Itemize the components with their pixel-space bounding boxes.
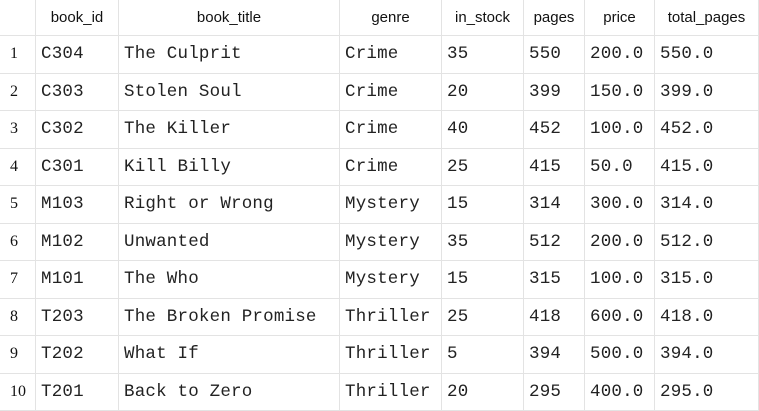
table-cell-genre[interactable]: Thriller: [340, 299, 442, 337]
table-cell-book-title[interactable]: The Who: [119, 261, 340, 299]
table-cell-pages[interactable]: 314: [524, 186, 585, 224]
table-cell-price[interactable]: 200.0: [585, 36, 655, 74]
table-cell-book-id[interactable]: C302: [36, 111, 119, 149]
table-cell-price[interactable]: 150.0: [585, 74, 655, 112]
table-cell-total-pages[interactable]: 394.0: [655, 336, 759, 374]
table-cell-book-title[interactable]: Kill Billy: [119, 149, 340, 187]
table-cell-total-pages[interactable]: 550.0: [655, 36, 759, 74]
column-header-book-title[interactable]: book_title: [119, 0, 340, 36]
table-cell-book-title[interactable]: The Culprit: [119, 36, 340, 74]
table-cell-book-title[interactable]: What If: [119, 336, 340, 374]
table-cell-book-id[interactable]: C301: [36, 149, 119, 187]
column-header-total-pages[interactable]: total_pages: [655, 0, 759, 36]
row-number[interactable]: 4: [0, 149, 36, 187]
table-cell-book-title[interactable]: Back to Zero: [119, 374, 340, 411]
table-cell-pages[interactable]: 394: [524, 336, 585, 374]
column-header-genre[interactable]: genre: [340, 0, 442, 36]
table-cell-total-pages[interactable]: 399.0: [655, 74, 759, 112]
table-cell-price[interactable]: 50.0: [585, 149, 655, 187]
table-cell-pages[interactable]: 512: [524, 224, 585, 262]
table-cell-pages[interactable]: 452: [524, 111, 585, 149]
table-cell-in-stock[interactable]: 15: [442, 261, 524, 299]
row-number[interactable]: 1: [0, 36, 36, 74]
column-header-price[interactable]: price: [585, 0, 655, 36]
row-number[interactable]: 9: [0, 336, 36, 374]
table-cell-genre[interactable]: Crime: [340, 36, 442, 74]
table-cell-book-title[interactable]: The Killer: [119, 111, 340, 149]
table-cell-in-stock[interactable]: 15: [442, 186, 524, 224]
table-cell-in-stock[interactable]: 25: [442, 149, 524, 187]
table-cell-price[interactable]: 100.0: [585, 111, 655, 149]
table-cell-total-pages[interactable]: 415.0: [655, 149, 759, 187]
table-cell-book-title[interactable]: Unwanted: [119, 224, 340, 262]
table-cell-genre[interactable]: Mystery: [340, 186, 442, 224]
table-cell-genre[interactable]: Mystery: [340, 224, 442, 262]
table-cell-in-stock[interactable]: 20: [442, 74, 524, 112]
table-cell-in-stock[interactable]: 5: [442, 336, 524, 374]
table-cell-genre[interactable]: Thriller: [340, 374, 442, 411]
table-cell-total-pages[interactable]: 452.0: [655, 111, 759, 149]
table-cell-total-pages[interactable]: 512.0: [655, 224, 759, 262]
table-cell-total-pages[interactable]: 418.0: [655, 299, 759, 337]
table-cell-book-id[interactable]: M102: [36, 224, 119, 262]
row-number[interactable]: 5: [0, 186, 36, 224]
table-cell-pages[interactable]: 315: [524, 261, 585, 299]
table-cell-book-id[interactable]: M101: [36, 261, 119, 299]
table-cell-book-id[interactable]: C303: [36, 74, 119, 112]
table-cell-pages[interactable]: 399: [524, 74, 585, 112]
table-cell-in-stock[interactable]: 35: [442, 224, 524, 262]
table-cell-price[interactable]: 600.0: [585, 299, 655, 337]
column-header-in-stock[interactable]: in_stock: [442, 0, 524, 36]
table-cell-genre[interactable]: Mystery: [340, 261, 442, 299]
table-cell-book-id[interactable]: T202: [36, 336, 119, 374]
table-cell-genre[interactable]: Crime: [340, 111, 442, 149]
table-cell-book-title[interactable]: Right or Wrong: [119, 186, 340, 224]
table-cell-price[interactable]: 200.0: [585, 224, 655, 262]
table-cell-book-title[interactable]: The Broken Promise: [119, 299, 340, 337]
row-number[interactable]: 8: [0, 299, 36, 337]
table-cell-book-title[interactable]: Stolen Soul: [119, 74, 340, 112]
table-cell-total-pages[interactable]: 295.0: [655, 374, 759, 411]
table-cell-in-stock[interactable]: 25: [442, 299, 524, 337]
table-cell-book-id[interactable]: M103: [36, 186, 119, 224]
table-cell-price[interactable]: 400.0: [585, 374, 655, 411]
table-cell-pages[interactable]: 550: [524, 36, 585, 74]
table-cell-pages[interactable]: 295: [524, 374, 585, 411]
row-number[interactable]: 7: [0, 261, 36, 299]
table-cell-genre[interactable]: Thriller: [340, 336, 442, 374]
table-cell-genre[interactable]: Crime: [340, 74, 442, 112]
table-cell-total-pages[interactable]: 315.0: [655, 261, 759, 299]
table-cell-book-id[interactable]: T203: [36, 299, 119, 337]
table-cell-pages[interactable]: 415: [524, 149, 585, 187]
table-cell-total-pages[interactable]: 314.0: [655, 186, 759, 224]
table-cell-price[interactable]: 100.0: [585, 261, 655, 299]
corner-cell: [0, 0, 36, 36]
row-number[interactable]: 2: [0, 74, 36, 112]
table-cell-genre[interactable]: Crime: [340, 149, 442, 187]
data-table: book_id book_title genre in_stock pages …: [0, 0, 759, 403]
table-cell-in-stock[interactable]: 35: [442, 36, 524, 74]
table-cell-pages[interactable]: 418: [524, 299, 585, 337]
table-cell-book-id[interactable]: C304: [36, 36, 119, 74]
table-cell-in-stock[interactable]: 20: [442, 374, 524, 411]
column-header-pages[interactable]: pages: [524, 0, 585, 36]
table-cell-in-stock[interactable]: 40: [442, 111, 524, 149]
row-number[interactable]: 6: [0, 224, 36, 262]
table-cell-price[interactable]: 500.0: [585, 336, 655, 374]
row-number[interactable]: 10: [0, 374, 36, 411]
column-header-book-id[interactable]: book_id: [36, 0, 119, 36]
table-cell-price[interactable]: 300.0: [585, 186, 655, 224]
table-cell-book-id[interactable]: T201: [36, 374, 119, 411]
row-number[interactable]: 3: [0, 111, 36, 149]
